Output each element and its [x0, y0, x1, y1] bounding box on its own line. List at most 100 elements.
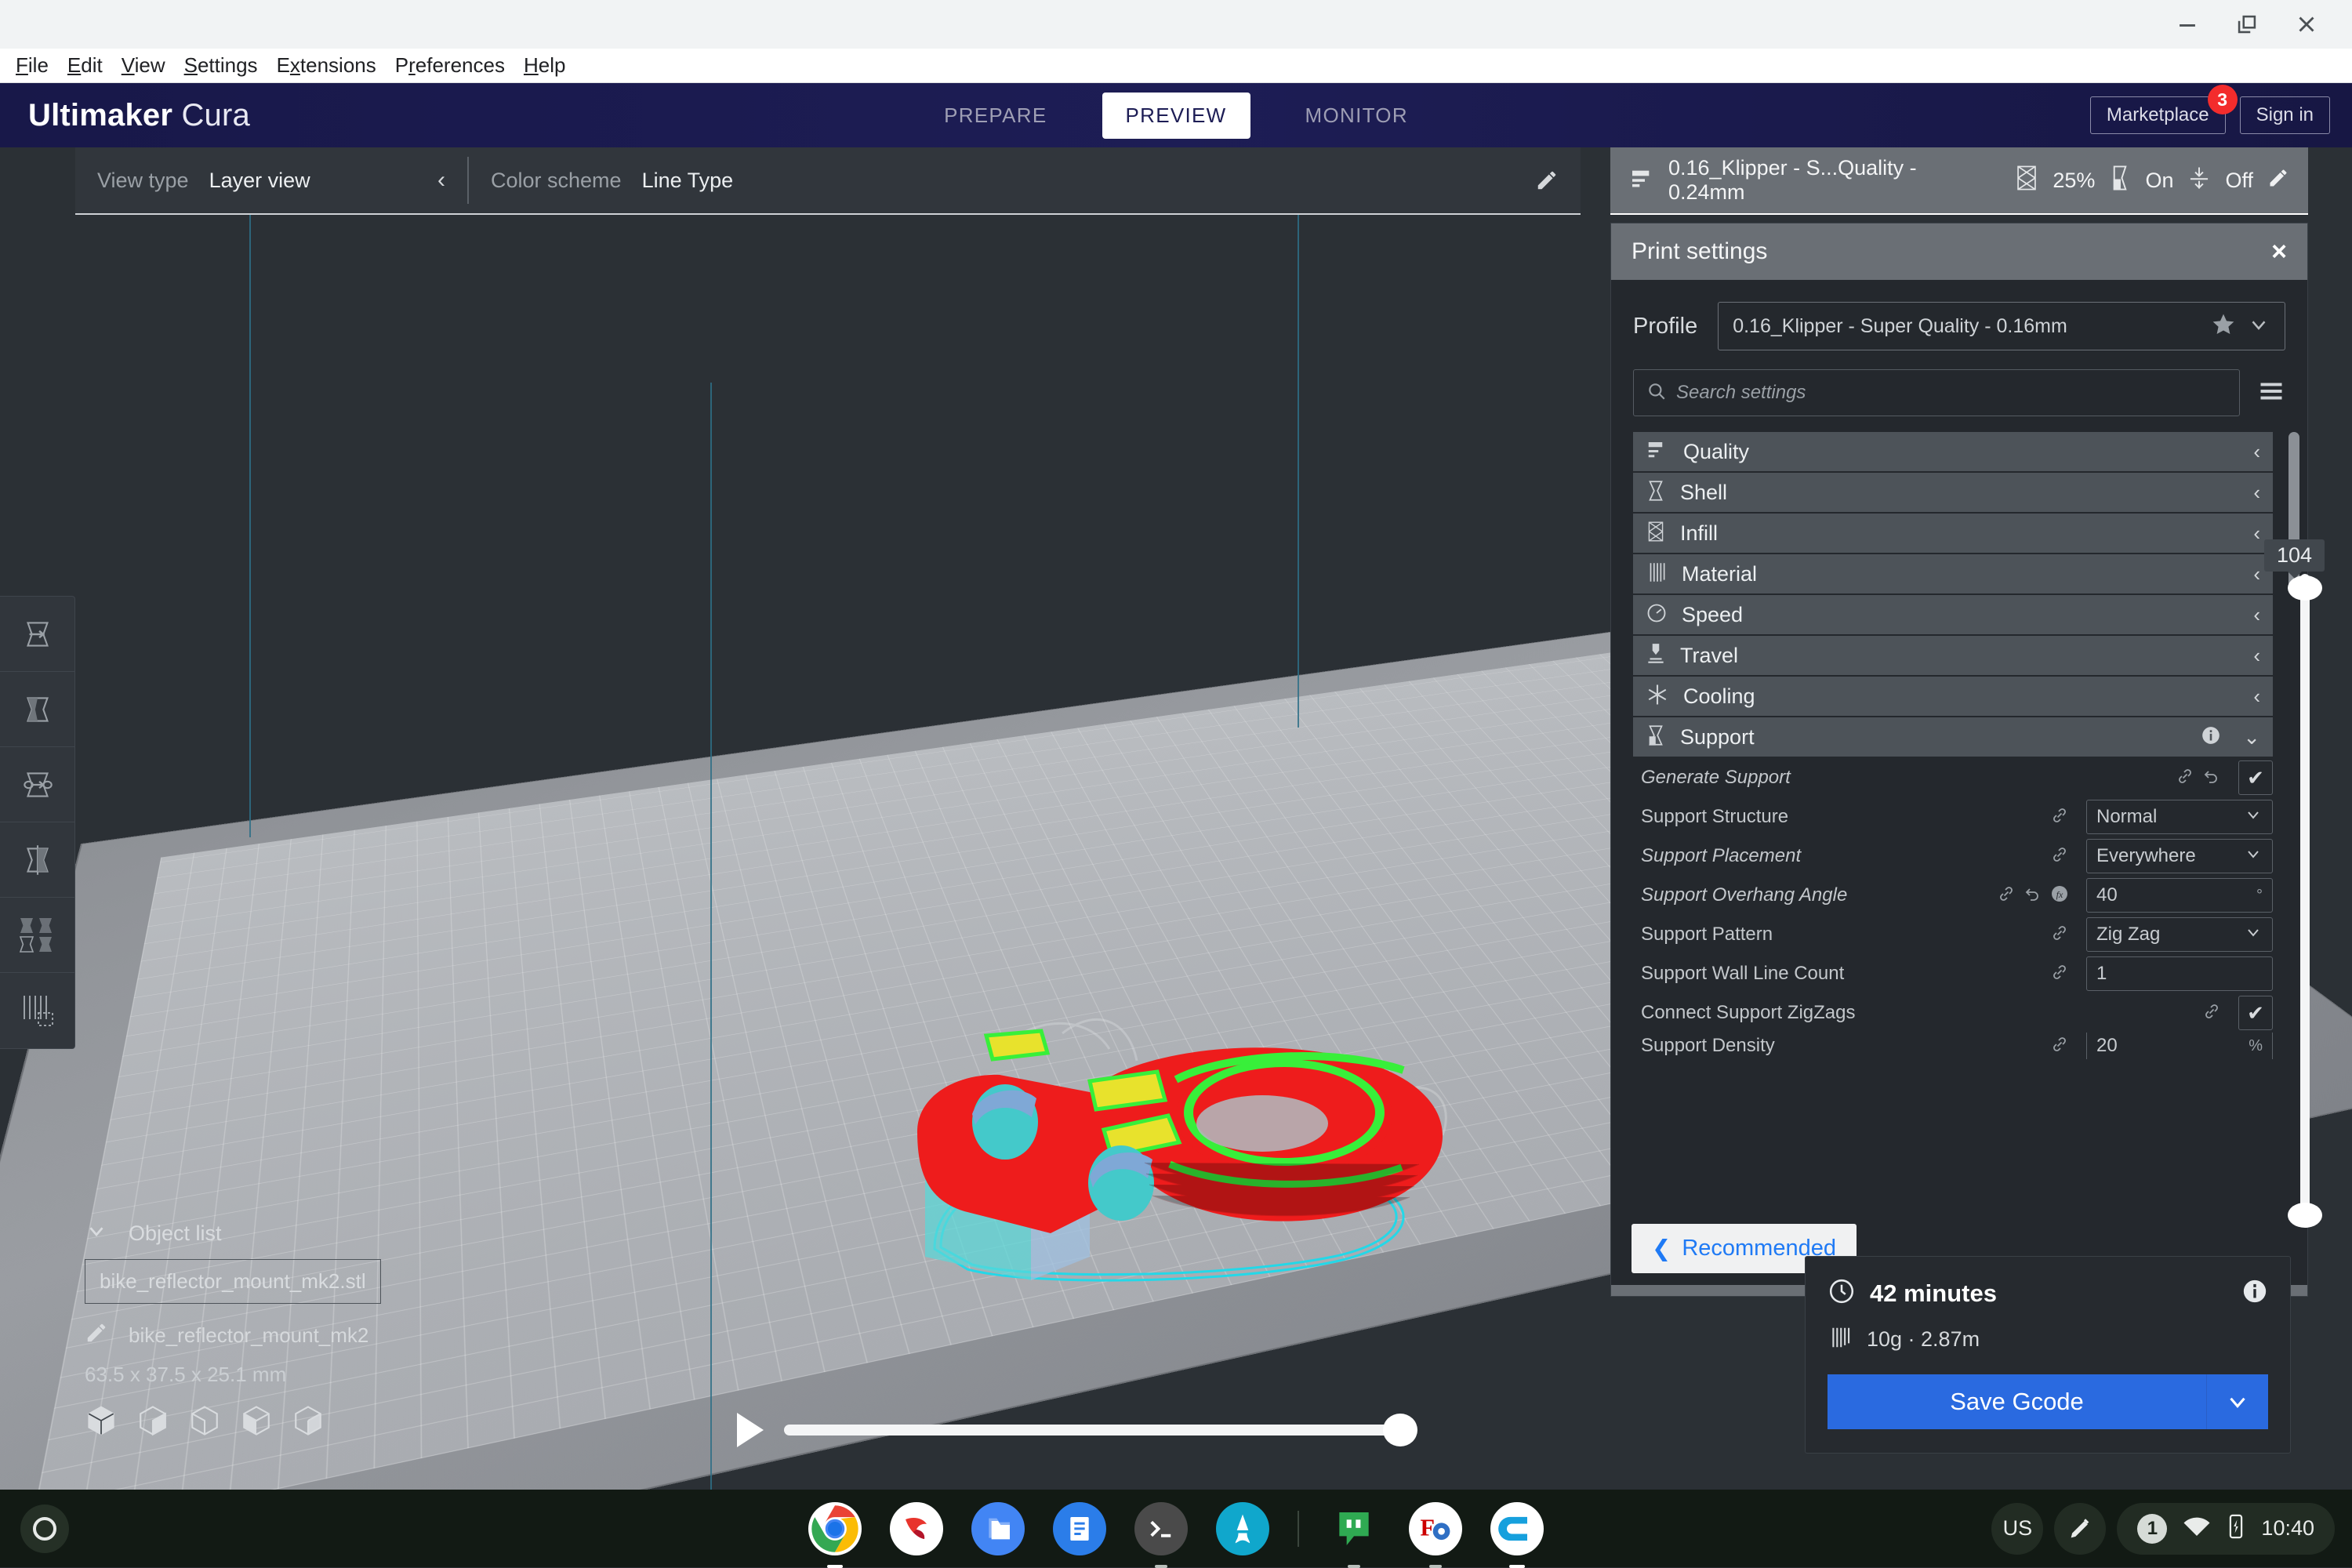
setting-row-support-density[interactable]: Support Density 20 % — [1633, 1033, 2273, 1059]
category-infill[interactable]: Infill ‹ — [1633, 514, 2273, 553]
profile-dropdown[interactable]: 0.16_Klipper - Super Quality - 0.16mm — [1718, 302, 2285, 350]
setting-dropdown[interactable]: Everywhere — [2086, 839, 2273, 873]
view-type-selector[interactable]: View type Layer view ‹ — [75, 147, 467, 213]
save-options-chevron-icon[interactable] — [2207, 1374, 2268, 1429]
link-icon[interactable] — [2050, 806, 2069, 829]
shelf-app-docs[interactable] — [1053, 1502, 1106, 1555]
shelf-app-inkscape[interactable] — [1216, 1502, 1269, 1555]
shelf-app-files[interactable] — [971, 1502, 1025, 1555]
setting-checkbox[interactable]: ✔ — [2238, 760, 2273, 795]
menu-extensions[interactable]: Extensions — [267, 52, 386, 79]
setting-row-support-placement[interactable]: Support Placement Everywhere — [1633, 837, 2273, 876]
link-icon[interactable] — [2050, 845, 2069, 868]
menu-edit[interactable]: Edit — [58, 52, 112, 79]
shelf-app-sparrow[interactable] — [890, 1502, 943, 1555]
link-icon[interactable] — [2176, 767, 2194, 789]
category-quality[interactable]: Quality ‹ — [1633, 432, 2273, 471]
chevron-down-icon[interactable] — [85, 1219, 108, 1248]
category-material[interactable]: Material ‹ — [1633, 554, 2273, 593]
tab-prepare[interactable]: PREPARE — [927, 94, 1064, 137]
save-gcode-button[interactable]: Save Gcode — [1828, 1374, 2207, 1429]
tab-preview[interactable]: PREVIEW — [1102, 93, 1250, 139]
close-icon[interactable]: × — [2271, 238, 2287, 265]
print-setup-summary[interactable]: 0.16_Klipper - S...Quality - 0.24mm 25% … — [1610, 147, 2308, 215]
move-tool[interactable] — [0, 597, 74, 672]
edit-setup-pencil-icon[interactable] — [2267, 167, 2289, 194]
path-slider-track[interactable] — [784, 1425, 1403, 1436]
keyboard-layout-button[interactable]: US — [1991, 1503, 2043, 1555]
menu-settings[interactable]: Settings — [175, 52, 267, 79]
shelf-app-terminal[interactable] — [1134, 1502, 1188, 1555]
play-icon[interactable] — [737, 1413, 764, 1447]
formula-icon[interactable]: fx — [2050, 884, 2069, 907]
3d-viewport[interactable]: View type Layer view ‹ Color scheme Line… — [0, 147, 2352, 1490]
support-blocker-tool[interactable] — [0, 973, 74, 1048]
shelf-app-cura[interactable] — [1490, 1502, 1544, 1555]
link-icon[interactable] — [2050, 963, 2069, 985]
category-cooling[interactable]: Cooling ‹ — [1633, 677, 2273, 716]
menu-preferences[interactable]: Preferences — [386, 52, 514, 79]
mesh-normal-icon[interactable] — [85, 1404, 118, 1441]
mesh-cut-icon[interactable] — [188, 1404, 221, 1441]
category-travel[interactable]: Travel ‹ — [1633, 636, 2273, 675]
link-icon[interactable] — [2050, 924, 2069, 946]
pencil-icon[interactable] — [85, 1321, 108, 1350]
status-tray[interactable]: 1 10:40 — [2117, 1503, 2335, 1555]
object-list-item[interactable]: bike_reflector_mount_mk2.stl — [85, 1259, 381, 1304]
path-simulation-slider[interactable] — [737, 1406, 1403, 1454]
setting-dropdown[interactable]: Zig Zag — [2086, 917, 2273, 952]
edit-pencil-icon[interactable] — [1513, 147, 1581, 213]
link-icon[interactable] — [1997, 884, 2016, 907]
shelf-app-chrome[interactable] — [808, 1502, 862, 1555]
setting-checkbox[interactable]: ✔ — [2238, 996, 2273, 1030]
tab-monitor[interactable]: MONITOR — [1288, 94, 1425, 137]
object-list-header[interactable]: Object list — [85, 1219, 524, 1248]
chevron-down-icon[interactable] — [2247, 313, 2270, 340]
marketplace-button[interactable]: Marketplace 3 — [2090, 96, 2226, 134]
setting-row-connect-support-zigzags[interactable]: Connect Support ZigZags ✔ — [1633, 993, 2273, 1033]
category-support[interactable]: Support ⌄ — [1633, 717, 2273, 757]
per-model-settings-tool[interactable] — [0, 898, 74, 973]
setting-dropdown[interactable]: Normal — [2086, 800, 2273, 834]
menu-help[interactable]: Help — [514, 52, 575, 79]
info-icon[interactable] — [2241, 1278, 2268, 1308]
info-icon[interactable] — [2201, 725, 2221, 750]
signin-button[interactable]: Sign in — [2240, 96, 2330, 134]
window-minimize-button[interactable] — [2158, 0, 2217, 49]
scale-tool[interactable] — [0, 672, 74, 747]
window-maximize-button[interactable] — [2217, 0, 2277, 49]
search-settings-input[interactable]: Search settings — [1633, 369, 2240, 416]
setting-row-support-pattern[interactable]: Support Pattern Zig Zag — [1633, 915, 2273, 954]
setting-row-support-wall-line-count[interactable]: Support Wall Line Count 1 — [1633, 954, 2273, 993]
layer-slider-lower-handle[interactable] — [2288, 1203, 2322, 1228]
mesh-support-icon[interactable] — [240, 1404, 273, 1441]
setting-number-input[interactable]: 20 % — [2086, 1033, 2273, 1059]
mesh-infill-icon[interactable] — [292, 1404, 325, 1441]
path-slider-handle[interactable] — [1383, 1414, 1417, 1446]
stylus-tools-button[interactable] — [2054, 1503, 2106, 1555]
setting-row-generate-support[interactable]: Generate Support ✔ — [1633, 758, 2273, 797]
setting-row-support-overhang-angle[interactable]: Support Overhang Angle fx 40 ° — [1633, 876, 2273, 915]
category-shell[interactable]: Shell ‹ — [1633, 473, 2273, 512]
menu-file[interactable]: File — [6, 52, 58, 79]
chevron-left-icon[interactable]: ‹ — [406, 167, 445, 194]
rotate-tool[interactable] — [0, 747, 74, 822]
settings-category-list[interactable]: Quality ‹ Shell ‹ Infill ‹ — [1611, 424, 2307, 1200]
layer-slider-upper-handle[interactable] — [2288, 575, 2322, 601]
link-icon[interactable] — [2202, 1002, 2221, 1025]
revert-icon[interactable] — [2202, 767, 2221, 789]
shelf-app-freecad[interactable]: F — [1409, 1502, 1462, 1555]
layer-slider-track[interactable] — [2300, 574, 2310, 1218]
window-close-button[interactable] — [2277, 0, 2336, 49]
setting-number-input[interactable]: 40 ° — [2086, 878, 2273, 913]
menu-view[interactable]: View — [112, 52, 175, 79]
mirror-tool[interactable] — [0, 822, 74, 898]
star-icon[interactable] — [2211, 312, 2236, 341]
color-scheme-selector[interactable]: Color scheme Line Type — [469, 147, 1513, 213]
layer-slider[interactable]: 104 — [2283, 539, 2330, 1245]
setting-number-input[interactable]: 1 — [2086, 956, 2273, 991]
shelf-app-chat[interactable] — [1327, 1502, 1381, 1555]
link-icon[interactable] — [2050, 1035, 2069, 1058]
revert-icon[interactable] — [2024, 884, 2042, 907]
category-speed[interactable]: Speed ‹ — [1633, 595, 2273, 634]
